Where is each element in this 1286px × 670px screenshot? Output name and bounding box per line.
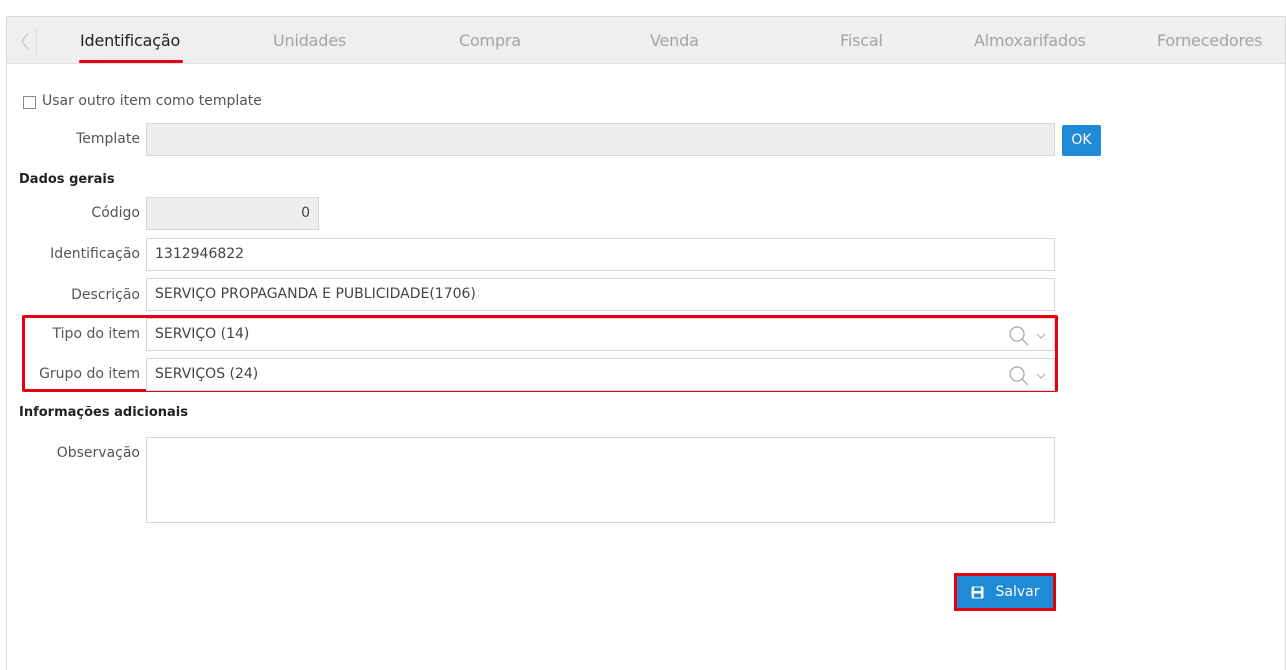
grupo-item-value: SERVIÇOS (24) [155,366,259,382]
observacao-textarea[interactable] [146,437,1055,523]
descricao-label: Descrição [71,287,140,303]
descricao-input[interactable]: SERVIÇO PROPAGANDA E PUBLICIDADE(1706) [146,278,1055,311]
tab-bar: Identificação Unidades Compra Venda Fisc… [7,17,1285,64]
save-button-label: Salvar [995,584,1040,600]
active-tab-indicator [79,60,183,63]
save-button[interactable]: Salvar [954,573,1056,611]
save-icon [971,586,983,598]
tab-compra[interactable]: Compra [459,17,521,64]
tab-identificacao[interactable]: Identificação [80,17,180,64]
informacoes-adicionais-heading: Informações adicionais [19,405,188,420]
tab-fiscal[interactable]: Fiscal [840,17,883,64]
grupo-item-select[interactable]: SERVIÇOS (24) [146,358,1055,391]
template-label: Template [76,131,140,147]
use-template-checkbox[interactable] [23,96,36,109]
search-icon[interactable] [1008,325,1030,347]
tab-almoxarifados[interactable]: Almoxarifados [974,17,1086,64]
search-icon[interactable] [1008,365,1030,387]
codigo-label: Código [91,205,140,221]
identificacao-input[interactable]: 1312946822 [146,238,1055,271]
chevron-down-icon[interactable] [1036,372,1046,380]
identificacao-label: Identificação [50,246,140,262]
observacao-label: Observação [56,445,140,461]
codigo-field: 0 [146,197,319,230]
tipo-item-label: Tipo do item [52,326,140,342]
tab-unidades[interactable]: Unidades [273,17,346,64]
tab-venda[interactable]: Venda [650,17,699,64]
template-ok-button[interactable]: OK [1062,125,1101,156]
use-template-label: Usar outro item como template [42,93,262,109]
template-input[interactable] [146,123,1055,156]
chevron-down-icon[interactable] [1036,332,1046,340]
chevron-left-icon [20,32,29,50]
grupo-item-label: Grupo do item [39,366,140,382]
tipo-item-select[interactable]: SERVIÇO (14) [146,318,1055,351]
dados-gerais-heading: Dados gerais [19,172,115,187]
tab-fornecedores[interactable]: Fornecedores [1157,17,1262,64]
tab-scroll-left-button[interactable] [13,27,37,55]
tipo-item-value: SERVIÇO (14) [155,326,250,342]
